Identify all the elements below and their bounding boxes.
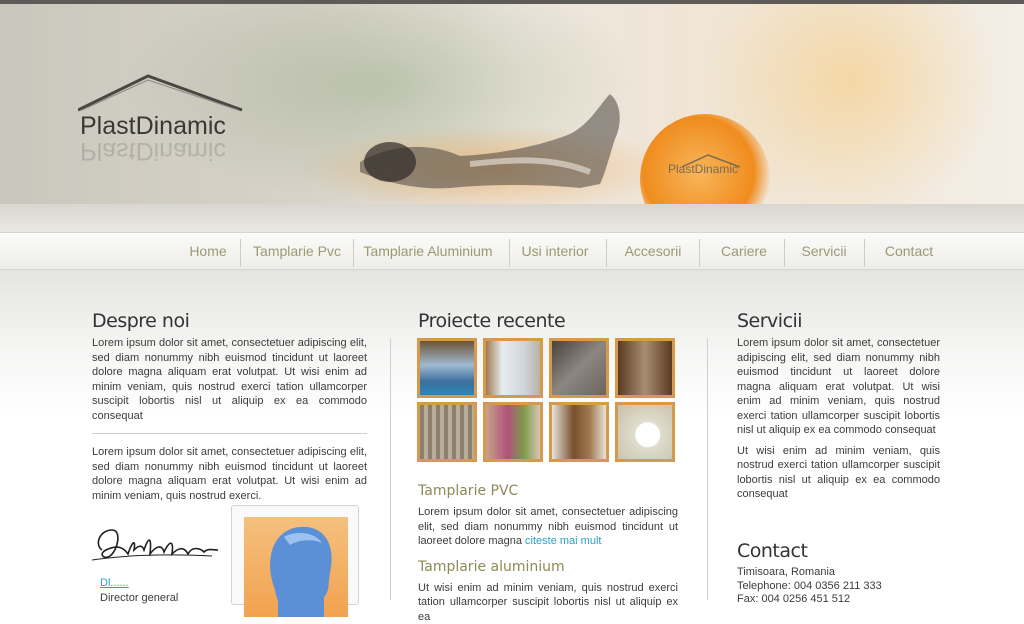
logo-reflection: PlastDinamic [80,136,226,165]
services-title: Servicii [737,310,940,332]
nav-accesorii[interactable]: Accesorii [614,233,692,269]
column-divider [390,338,391,600]
nav-cariere[interactable]: Cariere [708,233,780,269]
nav-divider [353,239,354,267]
banner-figure [360,84,640,194]
director-photo-frame [231,505,359,605]
logo-roof-icon [78,74,248,114]
services-paragraph-1: Lorem ipsum dolor sit amet, consectetuer… [737,336,940,438]
contact-city: Timisoara, Romania [737,566,940,580]
header-banner: PlastDinamic PlastDinamic PlastDinamic [0,4,1024,204]
nav-usi-interior[interactable]: Usi interior [514,233,596,269]
about-paragraph-1: Lorem ipsum dolor sit amet, consectetuer… [92,336,367,423]
project-thumb[interactable] [549,402,609,462]
nav-servicii[interactable]: Servicii [790,233,858,269]
nav-divider [784,239,785,267]
about-paragraph-2: Lorem ipsum dolor sit amet, consectetuer… [92,445,367,503]
signature-link[interactable]: Dl...... [100,577,129,589]
contact-title: Contact [737,540,940,562]
projects-section: Proiecte recente [418,310,678,332]
projects-title: Proiecte recente [418,310,678,332]
services-paragraph-2: Ut wisi enim ad minim veniam, quis nostr… [737,444,940,502]
contact-section: Contact Timisoara, Romania Telephone: 00… [737,540,940,607]
column-divider [707,338,708,600]
aluminium-title: Tamplarie aluminium [418,559,678,575]
header-strip [0,204,1024,232]
director-photo [244,517,348,617]
project-thumb[interactable] [417,402,477,462]
project-thumb[interactable] [417,338,477,398]
avatar-head-icon [244,517,348,617]
nav-divider [699,239,700,267]
nav-contact[interactable]: Contact [872,233,946,269]
about-divider [92,433,367,434]
pvc-block: Tamplarie PVC Lorem ipsum dolor sit amet… [418,483,678,624]
aluminium-text: Ut wisi enim ad minim veniam, quis nostr… [418,581,678,624]
signature-role: Director general [100,592,178,604]
nav-divider [509,239,510,267]
nav-tamplarie-pvc[interactable]: Tamplarie Pvc [247,233,347,269]
banner-logo-small: PlastDinamic [668,162,738,176]
pvc-read-more-link[interactable]: citeste mai mult [525,535,601,547]
project-thumb[interactable] [483,402,543,462]
signature-image [92,520,220,570]
nav-divider [240,239,241,267]
nav-tamplarie-aluminium[interactable]: Tamplarie Aluminium [357,233,499,269]
main-nav: Home Tamplarie Pvc Tamplarie Aluminium U… [0,232,1024,270]
pvc-title: Tamplarie PVC [418,483,678,499]
site-logo[interactable]: PlastDinamic PlastDinamic [78,74,248,164]
about-section: Despre noi Lorem ipsum dolor sit amet, c… [92,310,367,503]
services-section: Servicii Lorem ipsum dolor sit amet, con… [737,310,940,502]
project-thumb[interactable] [549,338,609,398]
project-thumb[interactable] [483,338,543,398]
nav-divider [606,239,607,267]
nav-divider [864,239,865,267]
project-thumb[interactable] [615,338,675,398]
about-title: Despre noi [92,310,367,332]
project-thumb[interactable] [615,402,675,462]
pvc-text: Lorem ipsum dolor sit amet, consectetuer… [418,505,678,549]
nav-home[interactable]: Home [180,233,236,269]
contact-phone: Telephone: 004 0356 211 333 [737,580,940,594]
